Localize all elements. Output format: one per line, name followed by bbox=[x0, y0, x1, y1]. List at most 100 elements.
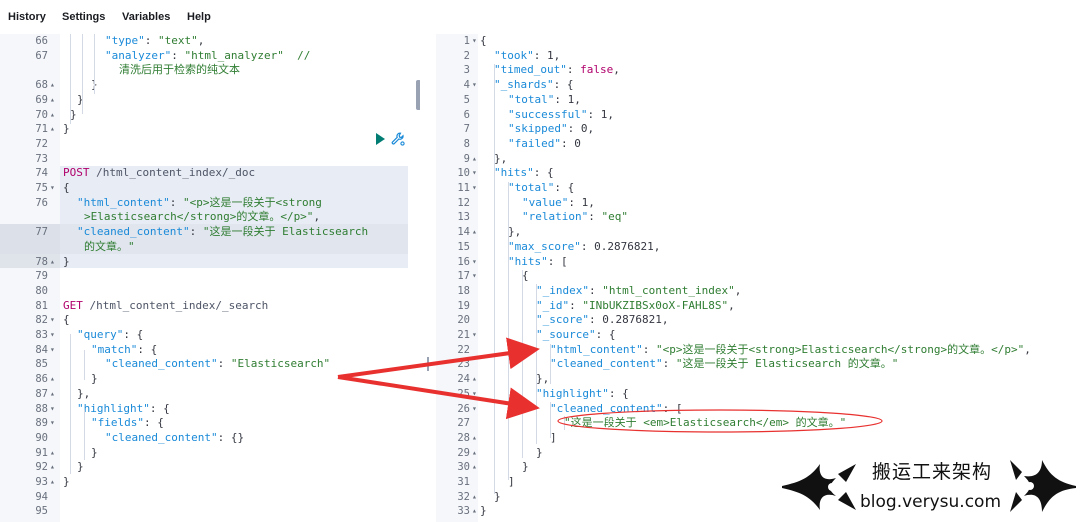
menu-variables[interactable]: Variables bbox=[122, 11, 170, 23]
fold-open-icon[interactable]: ▾ bbox=[50, 416, 60, 431]
code-line[interactable]: 15 "max_score": 0.2876821, bbox=[436, 240, 1080, 255]
code-line[interactable]: 81 GET /html_content_index/_search bbox=[0, 299, 420, 314]
fold-close-icon[interactable]: ▴ bbox=[472, 460, 482, 475]
code-line[interactable]: 21 ▾ "_source": { bbox=[436, 328, 1080, 343]
response-viewer[interactable]: 1 ▾{2 "took": 1, 3 "timed_out": false, 4 ▾ "_sh… bbox=[436, 34, 1080, 522]
code-line[interactable]: 的文章。" bbox=[0, 240, 420, 255]
fold-open-icon[interactable]: ▾ bbox=[50, 181, 60, 196]
fold-close-icon[interactable]: ▴ bbox=[472, 372, 482, 387]
code-line[interactable]: 80 bbox=[0, 284, 420, 299]
code-line[interactable]: 1 ▾{ bbox=[436, 34, 1080, 49]
fold-close-icon[interactable]: ▴ bbox=[50, 255, 60, 270]
code-line[interactable]: 77 "cleaned_content": "这是一段关于 Elasticsear… bbox=[0, 225, 420, 240]
menu-history[interactable]: History bbox=[8, 11, 46, 23]
fold-close-icon[interactable]: ▴ bbox=[50, 460, 60, 475]
fold-close-icon[interactable]: ▴ bbox=[50, 122, 60, 137]
code-line[interactable]: 10 ▾ "hits": { bbox=[436, 166, 1080, 181]
fold-close-icon[interactable]: ▴ bbox=[50, 387, 60, 402]
fold-open-icon[interactable]: ▾ bbox=[50, 402, 60, 417]
fold-open-icon[interactable]: ▾ bbox=[472, 181, 482, 196]
fold-close-icon[interactable]: ▴ bbox=[50, 475, 60, 490]
code-line[interactable]: 17 ▾{ bbox=[436, 269, 1080, 284]
code-line[interactable]: 90 "cleaned_content": {} bbox=[0, 431, 420, 446]
code-line[interactable]: 23 "cleaned_content": "这是一段关于 Elasticsear… bbox=[436, 357, 1080, 372]
code-line[interactable]: 12 "value": 1, bbox=[436, 196, 1080, 211]
code-line[interactable]: 88 ▾ "highlight": { bbox=[0, 402, 420, 417]
fold-open-icon[interactable]: ▾ bbox=[472, 78, 482, 93]
code-line[interactable]: 5 "total": 1, bbox=[436, 93, 1080, 108]
code-line[interactable]: 13 "relation": "eq" bbox=[436, 210, 1080, 225]
code-line[interactable]: 25 ▾ "highlight": { bbox=[436, 387, 1080, 402]
code-line[interactable]: 67 "analyzer": "html_analyzer" // bbox=[0, 49, 420, 64]
code-line[interactable]: 71 ▴} bbox=[0, 122, 420, 137]
fold-close-icon[interactable]: ▴ bbox=[50, 93, 60, 108]
code-line[interactable]: 85 "cleaned_content": "Elasticsearch" bbox=[0, 357, 420, 372]
fold-open-icon[interactable]: ▾ bbox=[50, 313, 60, 328]
code-line[interactable]: 7 "skipped": 0, bbox=[436, 122, 1080, 137]
code-line[interactable]: 93 ▴} bbox=[0, 475, 420, 490]
code-line[interactable]: 6 "successful": 1, bbox=[436, 108, 1080, 123]
code-line[interactable]: 19 "_id": "INbUKZIBSx0oX-FAHL8S", bbox=[436, 299, 1080, 314]
code-line[interactable]: 2 "took": 1, bbox=[436, 49, 1080, 64]
code-line[interactable]: 94 bbox=[0, 490, 420, 505]
code-line[interactable]: 清洗后用于检索的纯文本 bbox=[0, 63, 420, 78]
fold-close-icon[interactable]: ▴ bbox=[50, 108, 60, 123]
code-line[interactable]: 82 ▾{ bbox=[0, 313, 420, 328]
fold-open-icon[interactable]: ▾ bbox=[472, 255, 482, 270]
code-line[interactable]: 89 ▾ "fields": { bbox=[0, 416, 420, 431]
fold-open-icon[interactable]: ▾ bbox=[50, 343, 60, 358]
code-line[interactable]: 11 ▾ "total": { bbox=[436, 181, 1080, 196]
fold-close-icon[interactable]: ▴ bbox=[472, 490, 482, 505]
code-line[interactable]: 78 ▴} bbox=[0, 255, 420, 270]
fold-close-icon[interactable]: ▴ bbox=[472, 225, 482, 240]
fold-open-icon[interactable]: ▾ bbox=[50, 328, 60, 343]
code-line[interactable]: 28 ▴] bbox=[436, 431, 1080, 446]
code-line[interactable]: 91 ▴} bbox=[0, 446, 420, 461]
code-line[interactable]: 14 ▴}, bbox=[436, 225, 1080, 240]
fold-close-icon[interactable]: ▴ bbox=[50, 446, 60, 461]
fold-open-icon[interactable]: ▾ bbox=[472, 402, 482, 417]
code-line[interactable]: 83 ▾ "query": { bbox=[0, 328, 420, 343]
fold-open-icon[interactable]: ▾ bbox=[472, 269, 482, 284]
code-line[interactable]: >Elasticsearch</strong>的文章。</p>", bbox=[0, 210, 420, 225]
code-line[interactable]: 75 ▾{ bbox=[0, 181, 420, 196]
code-line[interactable]: 87 ▴}, bbox=[0, 387, 420, 402]
fold-close-icon[interactable]: ▴ bbox=[472, 446, 482, 461]
code-line[interactable]: 79 bbox=[0, 269, 420, 284]
code-line[interactable]: 95 bbox=[0, 504, 420, 519]
request-editor[interactable]: 66 "type": "text", 67 "analyzer": "html_ana… bbox=[0, 34, 420, 522]
code-line[interactable]: 18 "_index": "html_content_index", bbox=[436, 284, 1080, 299]
code-line[interactable]: 92 ▴} bbox=[0, 460, 420, 475]
code-line[interactable]: 76 "html_content": "<p>这是一段关于<strong bbox=[0, 196, 420, 211]
code-line[interactable]: 70 ▴} bbox=[0, 108, 420, 123]
splitter-grip[interactable] bbox=[427, 357, 429, 371]
code-line[interactable]: 69 ▴} bbox=[0, 93, 420, 108]
code-line[interactable]: 9 ▴}, bbox=[436, 152, 1080, 167]
fold-open-icon[interactable]: ▾ bbox=[472, 387, 482, 402]
menu-help[interactable]: Help bbox=[187, 11, 211, 23]
code-line[interactable]: 84 ▾ "match": { bbox=[0, 343, 420, 358]
code-line[interactable]: 73 bbox=[0, 152, 420, 167]
code-line[interactable]: 20 "_score": 0.2876821, bbox=[436, 313, 1080, 328]
code-line[interactable]: 8 "failed": 0 bbox=[436, 137, 1080, 152]
code-line[interactable]: 27 "这是一段关于 <em>Elasticsearch</em> 的文章。" bbox=[436, 416, 1080, 431]
menu-settings[interactable]: Settings bbox=[62, 11, 105, 23]
code-line[interactable]: 3 "timed_out": false, bbox=[436, 63, 1080, 78]
code-line[interactable]: 86 ▴} bbox=[0, 372, 420, 387]
code-line[interactable]: 72 bbox=[0, 137, 420, 152]
fold-open-icon[interactable]: ▾ bbox=[472, 328, 482, 343]
pane-splitter[interactable] bbox=[420, 34, 436, 522]
code-line[interactable]: 66 "type": "text", bbox=[0, 34, 420, 49]
wrench-icon[interactable] bbox=[391, 132, 405, 146]
fold-close-icon[interactable]: ▴ bbox=[50, 372, 60, 387]
code-line[interactable]: 22 "html_content": "<p>这是一段关于<strong>Elas… bbox=[436, 343, 1080, 358]
code-line[interactable]: 16 ▾ "hits": [ bbox=[436, 255, 1080, 270]
code-line[interactable]: 68 ▴} bbox=[0, 78, 420, 93]
code-line[interactable]: 74 POST /html_content_index/_doc bbox=[0, 166, 420, 181]
fold-close-icon[interactable]: ▴ bbox=[472, 431, 482, 446]
code-line[interactable]: 24 ▴}, bbox=[436, 372, 1080, 387]
fold-open-icon[interactable]: ▾ bbox=[472, 166, 482, 181]
fold-close-icon[interactable]: ▴ bbox=[50, 78, 60, 93]
code-line[interactable]: 4 ▾ "_shards": { bbox=[436, 78, 1080, 93]
play-icon[interactable] bbox=[376, 133, 385, 145]
